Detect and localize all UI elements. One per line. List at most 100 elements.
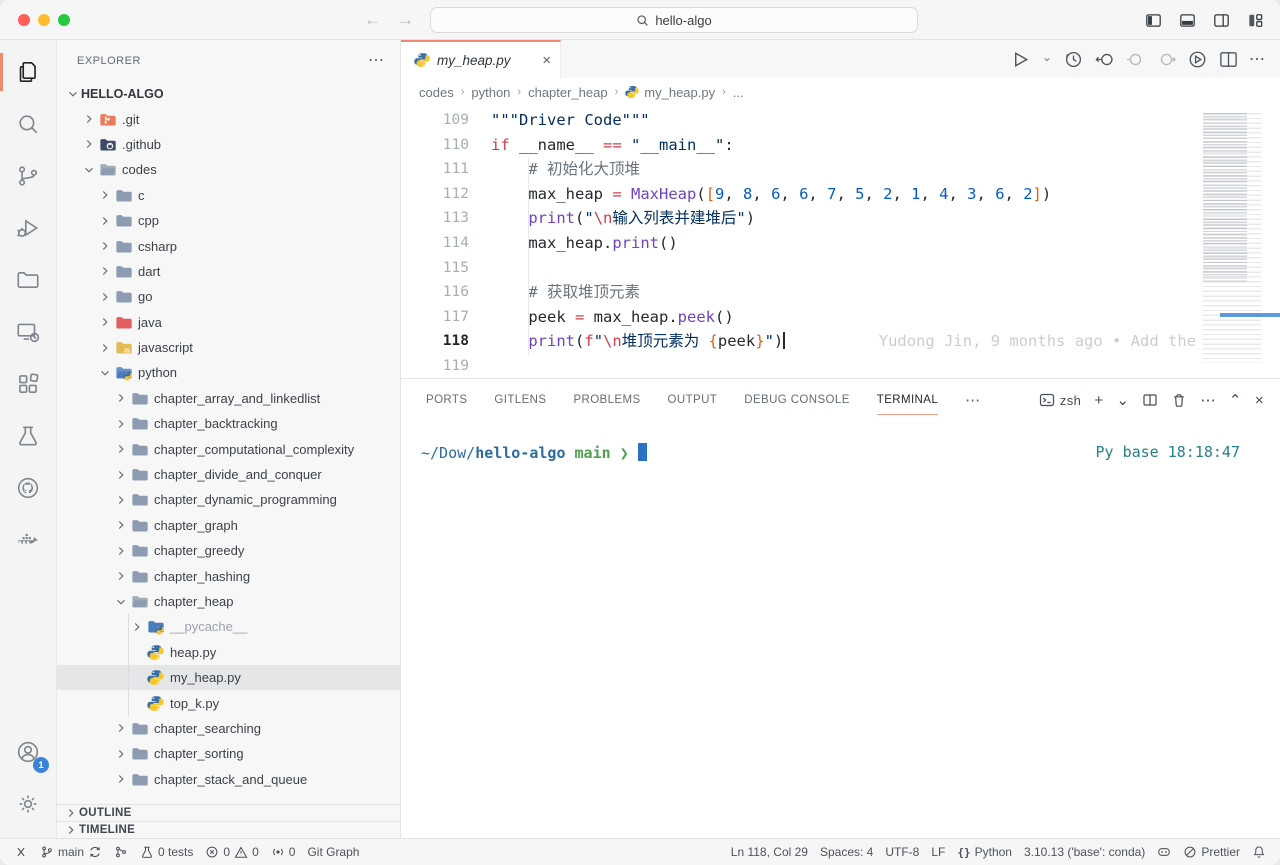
code-line-109[interactable]: 109"""Driver Code""" (401, 108, 1280, 133)
navigate-forward-icon[interactable]: → (397, 10, 414, 30)
status-problems[interactable]: 00 (199, 839, 264, 865)
tree-item-my-heap-py[interactable]: my_heap.py (57, 665, 400, 690)
code-line-119[interactable]: 119 (401, 354, 1280, 378)
run-above-icon[interactable] (1187, 49, 1208, 70)
activity-search[interactable] (0, 98, 56, 150)
file-history-icon[interactable] (1063, 49, 1084, 70)
section-timeline[interactable]: TIMELINE (57, 821, 400, 838)
tree-item-java[interactable]: java (57, 310, 400, 335)
toggle-panel-icon[interactable] (1179, 12, 1196, 29)
breadcrumb-item-chapter-heap[interactable]: chapter_heap (528, 85, 608, 100)
status-git-branch[interactable]: main (34, 839, 108, 865)
code-line-114[interactable]: 114 max_heap.print() (401, 231, 1280, 256)
tree-item-chapter-computational-complexity[interactable]: chapter_computational_complexity (57, 436, 400, 461)
tree-item-javascript[interactable]: JSjavascript (57, 335, 400, 360)
status-remote[interactable] (8, 839, 34, 865)
section-outline[interactable]: OUTLINE (57, 804, 400, 821)
code-line-112[interactable]: 112 max_heap = MaxHeap([9, 8, 6, 6, 7, 5… (401, 182, 1280, 207)
activity-source-control[interactable] (0, 150, 56, 202)
code-line-113[interactable]: 113 print("\n输入列表并建堆后") (401, 206, 1280, 231)
status-cursor-position[interactable]: Ln 118, Col 29 (725, 839, 814, 865)
prev-change-icon[interactable] (1125, 49, 1146, 70)
status-tunnels[interactable]: 0 (265, 839, 302, 865)
minimize-window-button[interactable] (38, 14, 50, 26)
activity-docker[interactable] (0, 514, 56, 566)
panel-more-actions-icon[interactable]: ⋯ (1200, 391, 1215, 409)
tree-item-heap-py[interactable]: heap.py (57, 640, 400, 665)
panel-tab-gitlens[interactable]: GITLENS (494, 390, 546, 410)
code-line-118[interactable]: 118 print(f"\n堆顶元素为 {peek}")Yudong Jin, … (401, 329, 1280, 354)
activity-testing[interactable] (0, 410, 56, 462)
tree-item-chapter-array-and-linkedlist[interactable]: chapter_array_and_linkedlist (57, 386, 400, 411)
activity-settings-gear[interactable] (0, 778, 56, 830)
panel-tab-terminal[interactable]: TERMINAL (877, 390, 938, 410)
tree-item-chapter-heap[interactable]: chapter_heap (57, 589, 400, 614)
open-changes-icon[interactable] (1094, 49, 1115, 70)
kill-terminal-icon[interactable] (1171, 392, 1187, 408)
activity-extensions[interactable] (0, 358, 56, 410)
customize-layout-icon[interactable] (1247, 12, 1264, 29)
tree-item-cpp[interactable]: cpp (57, 208, 400, 233)
tree-item-chapter-greedy[interactable]: chapter_greedy (57, 538, 400, 563)
tree-item-chapter-stack-and-queue[interactable]: chapter_stack_and_queue (57, 767, 400, 792)
tree-item-chapter-hashing[interactable]: chapter_hashing (57, 563, 400, 588)
breadcrumb-item-codes[interactable]: codes (419, 85, 454, 100)
tree-item-chapter-sorting[interactable]: chapter_sorting (57, 741, 400, 766)
tree-item-c[interactable]: c (57, 183, 400, 208)
tree-item-top-k-py[interactable]: top_k.py (57, 690, 400, 715)
split-editor-icon[interactable] (1218, 49, 1239, 70)
tree-item-chapter-divide-and-conquer[interactable]: chapter_divide_and_conquer (57, 462, 400, 487)
activity-remote-explorer[interactable] (0, 306, 56, 358)
tab-close-icon[interactable]: × (542, 52, 551, 69)
panel-more-tabs-icon[interactable]: ⋯ (965, 391, 980, 409)
run-dropdown-icon[interactable] (1041, 49, 1053, 70)
status-prettier[interactable]: Prettier (1177, 839, 1246, 865)
code-line-115[interactable]: 115 (401, 256, 1280, 281)
new-terminal-icon[interactable]: + (1094, 392, 1103, 409)
code-line-111[interactable]: 111 # 初始化大顶堆 (401, 157, 1280, 182)
status-eol[interactable]: LF (925, 839, 951, 865)
tree-item-dart[interactable]: dart (57, 259, 400, 284)
tree-item-chapter-searching[interactable]: chapter_searching (57, 716, 400, 741)
activity-github[interactable] (0, 462, 56, 514)
navigate-back-icon[interactable]: ← (364, 10, 381, 30)
minimap[interactable] (1196, 106, 1280, 378)
close-panel-icon[interactable]: × (1255, 392, 1264, 409)
breadcrumb-item--[interactable]: ... (733, 85, 744, 100)
toggle-secondary-sidebar-icon[interactable] (1213, 12, 1230, 29)
zoom-window-button[interactable] (58, 14, 70, 26)
toggle-primary-sidebar-icon[interactable] (1145, 12, 1162, 29)
status-notifications[interactable] (1246, 839, 1272, 865)
panel-tab-problems[interactable]: PROBLEMS (573, 390, 640, 410)
explorer-more-actions-icon[interactable]: ⋯ (368, 56, 384, 66)
activity-run-debug[interactable] (0, 202, 56, 254)
tree-item--git[interactable]: .git (57, 106, 400, 131)
activity-project-manager[interactable] (0, 254, 56, 306)
status-language-mode[interactable]: {}Python (951, 839, 1018, 865)
status-tests[interactable]: 0 tests (134, 839, 199, 865)
code-line-117[interactable]: 117 peek = max_heap.peek() (401, 305, 1280, 330)
panel-tab-output[interactable]: OUTPUT (668, 390, 718, 410)
status-encoding[interactable]: UTF-8 (879, 839, 925, 865)
code-line-116[interactable]: 116 # 获取堆顶元素 (401, 280, 1280, 305)
terminal-view[interactable]: ~/Dow/hello-algo main ❯ Py base 18:18:47 (401, 421, 1280, 838)
status-python-interpreter[interactable]: 3.10.13 ('base': conda) (1018, 839, 1151, 865)
panel-tab-ports[interactable]: PORTS (426, 390, 467, 410)
close-window-button[interactable] (18, 14, 30, 26)
run-python-file-icon[interactable] (1010, 49, 1031, 70)
tree-item-codes[interactable]: codes (57, 157, 400, 182)
panel-tab-debug-console[interactable]: DEBUG CONSOLE (744, 390, 850, 410)
tree-item-hello-algo[interactable]: HELLO-ALGO (57, 81, 400, 106)
tree-item-chapter-dynamic-programming[interactable]: chapter_dynamic_programming (57, 487, 400, 512)
tree-item-csharp[interactable]: csharp (57, 233, 400, 258)
status-git-graph-label[interactable]: Git Graph (301, 839, 365, 865)
code-line-110[interactable]: 110if __name__ == "__main__": (401, 133, 1280, 158)
tab-my-heap[interactable]: my_heap.py × (401, 40, 561, 78)
status-copilot[interactable] (1151, 839, 1177, 865)
status-indentation[interactable]: Spaces: 4 (814, 839, 879, 865)
breadcrumb-item-my-heap-py[interactable]: my_heap.py (625, 85, 715, 100)
command-center-search[interactable]: hello-algo (430, 7, 918, 33)
maximize-panel-icon[interactable]: ⌃ (1229, 391, 1242, 409)
more-actions-icon[interactable]: ⋯ (1249, 49, 1266, 69)
activity-explorer[interactable] (0, 46, 56, 98)
